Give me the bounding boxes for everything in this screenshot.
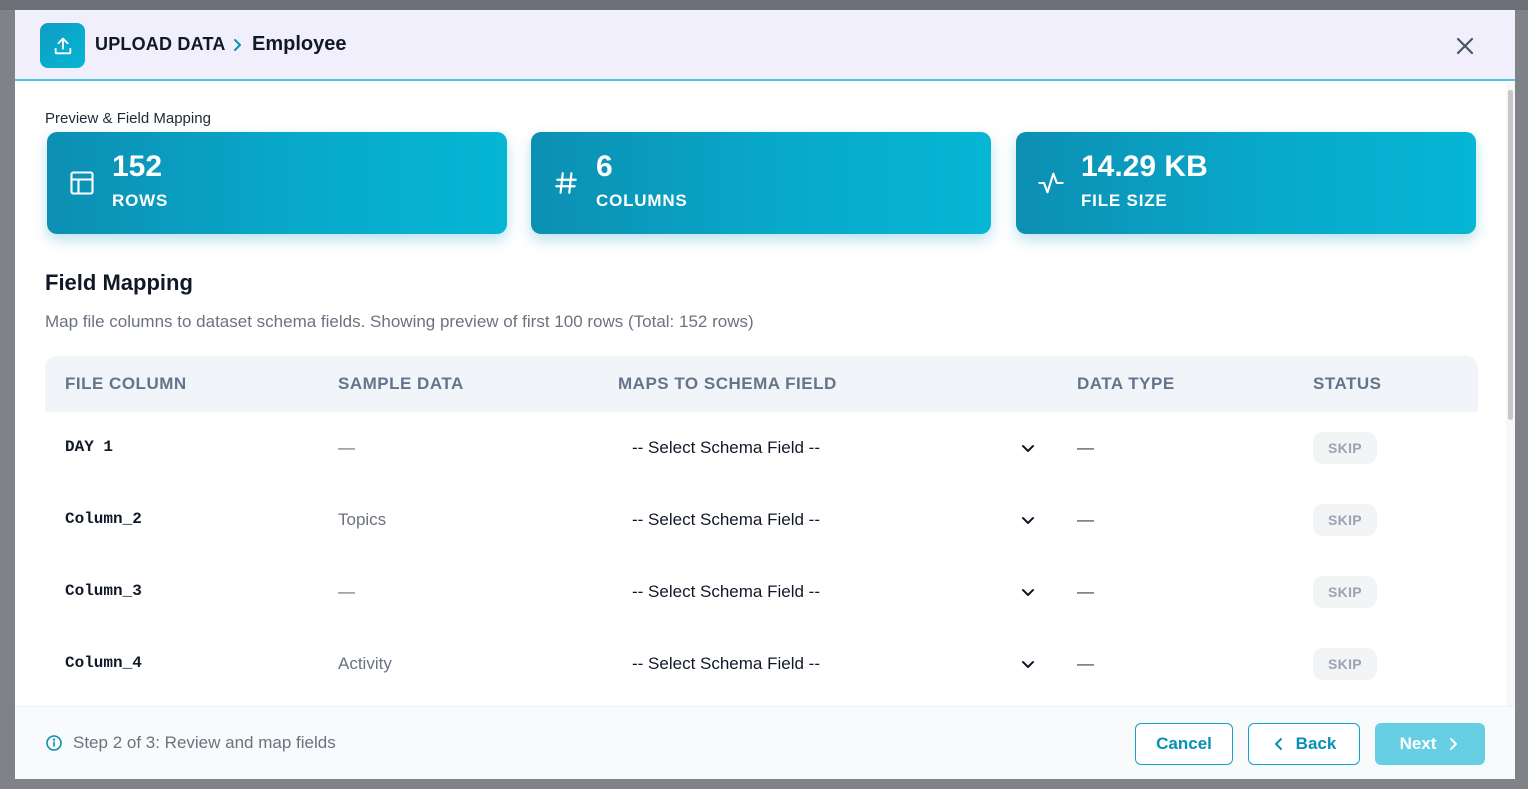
- file-column-name: Column_3: [65, 582, 142, 600]
- schema-field-select[interactable]: -- Select Schema Field --: [618, 644, 1044, 684]
- table-row: DAY 1 — -- Select Schema Field -- — SKIP: [45, 412, 1478, 484]
- modal-header: UPLOAD DATA Employee: [15, 10, 1515, 81]
- status-badge: SKIP: [1313, 648, 1377, 680]
- section-label: Preview & Field Mapping: [45, 110, 211, 127]
- sample-data: —: [338, 582, 355, 601]
- stat-value: 6: [596, 150, 613, 183]
- sample-data: Activity: [338, 654, 392, 673]
- next-button-label: Next: [1399, 734, 1437, 753]
- back-button-label: Back: [1295, 734, 1337, 753]
- back-button[interactable]: Back: [1248, 723, 1360, 765]
- upload-data-modal: UPLOAD DATA Employee Preview & Field Map…: [15, 10, 1515, 779]
- hash-icon: [551, 168, 581, 198]
- chevron-right-icon: [1450, 738, 1458, 750]
- scrollbar-thumb[interactable]: [1508, 90, 1513, 420]
- chevron-down-icon: [1022, 589, 1034, 596]
- stat-value: 152: [112, 150, 163, 183]
- stat-value: 14.29 KB: [1081, 150, 1208, 183]
- file-column-name: Column_4: [65, 654, 142, 672]
- chevron-right-icon: [234, 39, 241, 51]
- schema-field-value: -- Select Schema Field --: [632, 510, 820, 529]
- stat-card-file-size: 14.29 KB FILE SIZE: [1016, 132, 1476, 234]
- sample-data: —: [338, 438, 355, 457]
- field-mapping-title: Field Mapping: [45, 270, 193, 295]
- schema-field-value: -- Select Schema Field --: [632, 654, 820, 673]
- status-badge: SKIP: [1313, 432, 1377, 464]
- chevron-down-icon: [1022, 661, 1034, 668]
- chevron-down-icon: [1022, 517, 1034, 524]
- schema-field-value: -- Select Schema Field --: [632, 582, 820, 601]
- stat-label: COLUMNS: [596, 191, 688, 210]
- modal-footer: Step 2 of 3: Review and map fields Cance…: [15, 706, 1515, 779]
- data-type: —: [1077, 510, 1094, 529]
- step-indicator: Step 2 of 3: Review and map fields: [73, 733, 336, 752]
- table-row: Column_3 — -- Select Schema Field -- — S…: [45, 556, 1478, 628]
- stat-card-rows: 152 ROWS: [47, 132, 507, 234]
- schema-field-select[interactable]: -- Select Schema Field --: [618, 500, 1044, 540]
- activity-icon: [1036, 168, 1066, 198]
- table-row: Column_4 Activity -- Select Schema Field…: [45, 628, 1478, 700]
- data-type: —: [1077, 438, 1094, 457]
- schema-field-select[interactable]: -- Select Schema Field --: [618, 572, 1044, 612]
- breadcrumb-current: Employee: [252, 33, 347, 55]
- data-type: —: [1077, 582, 1094, 601]
- breadcrumb-root[interactable]: UPLOAD DATA: [95, 34, 226, 55]
- cancel-button[interactable]: Cancel: [1135, 723, 1233, 765]
- column-header-status: STATUS: [1313, 374, 1382, 393]
- status-badge: SKIP: [1313, 504, 1377, 536]
- info-icon: [46, 735, 62, 751]
- cancel-button-label: Cancel: [1156, 734, 1212, 753]
- chevron-left-icon: [1274, 738, 1282, 750]
- column-header-file-column: FILE COLUMN: [65, 374, 187, 393]
- close-icon[interactable]: [1451, 32, 1479, 60]
- sample-data: Topics: [338, 510, 387, 529]
- stat-label: FILE SIZE: [1081, 191, 1168, 210]
- column-header-data-type: DATA TYPE: [1077, 374, 1175, 393]
- column-header-sample-data: SAMPLE DATA: [338, 374, 464, 393]
- next-button[interactable]: Next: [1375, 723, 1485, 765]
- field-mapping-description: Map file columns to dataset schema field…: [45, 312, 754, 331]
- mapping-table-header: FILE COLUMN SAMPLE DATA MAPS TO SCHEMA F…: [45, 356, 1478, 412]
- table-row: Column_2 Topics -- Select Schema Field -…: [45, 484, 1478, 556]
- table-icon: [67, 168, 97, 198]
- stat-card-columns: 6 COLUMNS: [531, 132, 991, 234]
- stat-label: ROWS: [112, 191, 169, 210]
- data-type: —: [1077, 654, 1094, 673]
- schema-field-value: -- Select Schema Field --: [632, 438, 820, 457]
- file-column-name: DAY 1: [65, 438, 114, 456]
- schema-field-select[interactable]: -- Select Schema Field --: [618, 428, 1044, 468]
- column-header-maps-to: MAPS TO SCHEMA FIELD: [618, 374, 837, 393]
- upload-icon: [40, 23, 85, 68]
- file-column-name: Column_2: [65, 510, 142, 528]
- status-badge: SKIP: [1313, 576, 1377, 608]
- chevron-down-icon: [1022, 445, 1034, 452]
- page-backdrop: [0, 0, 1528, 10]
